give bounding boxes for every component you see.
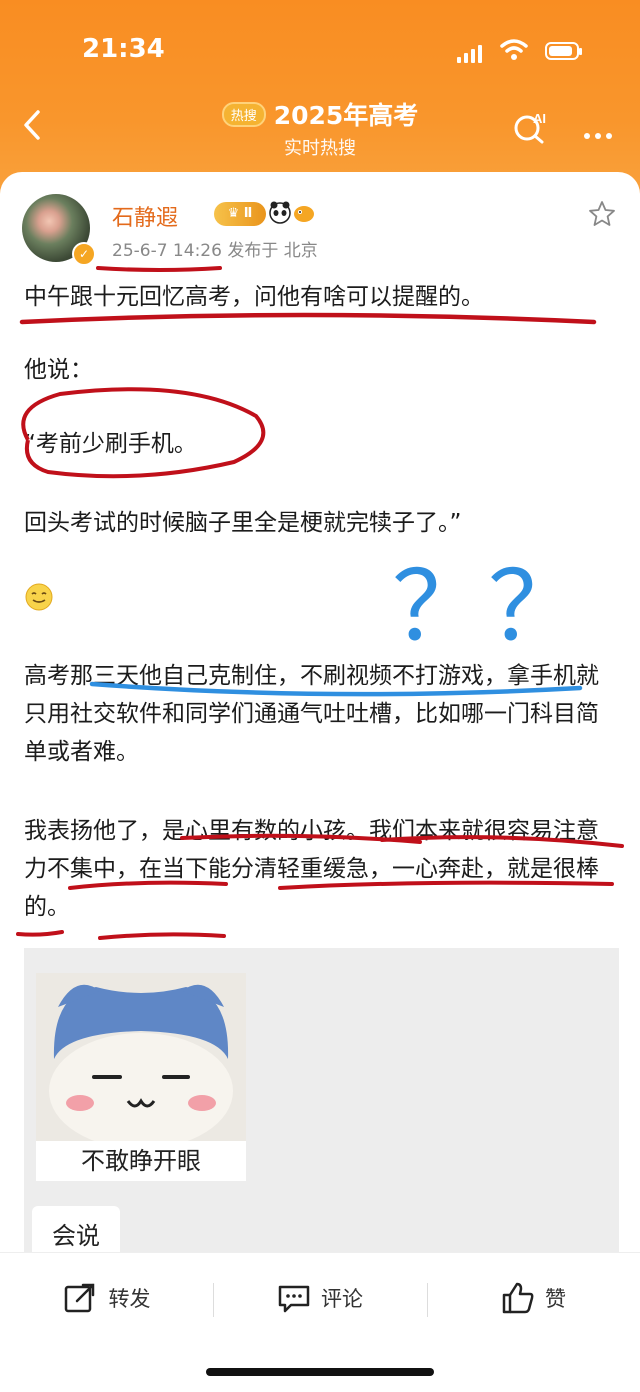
post-text-line-4: 回头考试的时候脑子里全是梗就完犊子了。” — [24, 510, 462, 536]
topic-nav-bar: 热搜 2025年高考 实时热搜 AI — [0, 90, 640, 170]
author-name[interactable]: 石静遐 — [112, 200, 178, 232]
verified-badge-icon: ✓ — [72, 242, 96, 266]
post-card: ✓ 石静遐 ♛ Ⅱ 25-6-7 14:26 发布于 北京 中午跟十元回忆高考，… — [0, 172, 640, 1252]
status-time: 21:34 — [82, 34, 165, 64]
post-text-paragraph-6: 我表扬他了，是心里有数的小孩。我们本来就很容易注意力不集中，在当下能分清轻重缓急… — [24, 818, 599, 920]
repost-icon — [64, 1283, 94, 1313]
wifi-icon — [500, 39, 528, 60]
favorite-star-icon[interactable] — [588, 200, 616, 228]
sticker-character-icon — [49, 984, 233, 1149]
status-bar: 21:34 — [0, 0, 640, 90]
more-options-icon[interactable] — [584, 124, 618, 139]
repost-button[interactable]: 转发 — [0, 1253, 213, 1343]
vip-level: Ⅱ — [243, 206, 253, 221]
topic-title: 2025年高考 — [273, 101, 419, 130]
quoted-content-box[interactable]: 不敢睁开眼 会说 — [24, 948, 619, 1252]
comment-button[interactable]: 评论 — [213, 1253, 427, 1343]
battery-level — [549, 46, 573, 56]
post-meta: 25-6-7 14:26 发布于 北京 — [112, 241, 318, 261]
fan-badge-icons — [269, 201, 314, 224]
ai-label: AI — [533, 111, 546, 126]
home-indicator[interactable] — [206, 1368, 434, 1376]
ai-search-icon[interactable]: AI — [512, 110, 552, 144]
post-text-line-2: 他说： — [24, 357, 93, 383]
like-label: 赞 — [545, 1287, 566, 1311]
comment-label: 评论 — [321, 1287, 363, 1311]
vip-level-badge: ♛ Ⅱ — [214, 202, 266, 226]
hot-search-badge: 热搜 — [221, 101, 266, 127]
cellular-signal-icon — [457, 43, 487, 63]
post-text-line-3: “考前少刷手机。 — [24, 431, 197, 457]
comment-icon — [278, 1285, 310, 1313]
sticker-image[interactable]: 不敢睁开眼 — [36, 973, 246, 1181]
comment-preview-chip[interactable]: 会说 — [32, 1206, 120, 1252]
post-action-bar: 转发 评论 赞 — [0, 1252, 640, 1343]
smile-emoji-icon — [25, 583, 53, 611]
like-button[interactable]: 赞 — [427, 1253, 640, 1343]
post-text-paragraph-5: 高考那三天他自己克制住，不刷视频不打游戏，拿手机就只用社交软件和同学们通通气吐吐… — [24, 663, 599, 765]
repost-label: 转发 — [108, 1287, 151, 1311]
sticker-face — [36, 973, 246, 1149]
battery-icon — [545, 42, 582, 60]
thumbs-up-icon — [502, 1282, 534, 1314]
sticker-caption: 不敢睁开眼 — [81, 1147, 201, 1175]
question-marks-annotation: ？？ — [392, 551, 584, 663]
post-text-line-1: 中午跟十元回忆高考，问他有啥可以提醒的。 — [24, 284, 484, 310]
